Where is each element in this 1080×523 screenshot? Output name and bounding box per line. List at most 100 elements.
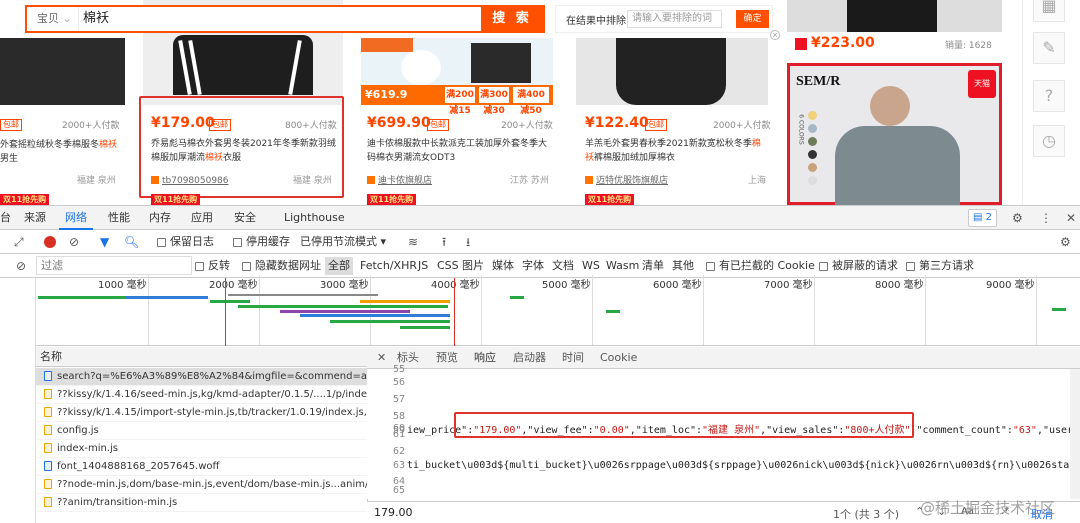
preserve-log-checkbox[interactable]: 保留日志 [157,230,214,254]
request-row[interactable]: ??anim/transition-min.js [36,494,367,512]
clear-icon[interactable]: ⊘ [69,230,79,254]
network-toolbar: ⤢ ⊘ ▼ 🔍︎ 保留日志 停用缓存 已停用节流模式 ▾ ≋ ⭱ ⭳ ⚙ [0,230,1080,254]
product-image[interactable] [0,38,125,105]
tab-response[interactable]: 响应 [467,347,503,371]
third-party-checkbox[interactable]: 第三方请求 [906,254,974,278]
waterfall-bar [38,296,126,299]
js-file-icon [44,389,52,399]
tab-security[interactable]: 安全 [228,206,262,230]
record-icon[interactable] [44,236,56,248]
request-row[interactable]: ??kissy/k/1.4.16/seed-min.js,kg/kmd-adap… [36,386,367,404]
waterfall-bar [300,314,450,317]
product-image[interactable]: SEM/R 天猫 6 COLORS [787,63,1002,205]
blocked-cookies-checkbox[interactable]: 有已拦截的 Cookie [706,254,815,278]
filter-other[interactable]: 其他 [672,254,694,278]
request-row[interactable]: config.js [36,422,367,440]
history-icon[interactable]: ◷ [1033,125,1065,157]
coupon-badge: 满400减50 [513,87,549,116]
timeline-tick: 9000 毫秒 [986,280,1035,291]
timeline-tick: 4000 毫秒 [431,280,480,291]
tab-lighthouse[interactable]: Lighthouse [278,206,351,230]
request-name: font_1404888168_2057645.woff [57,461,220,472]
search-input[interactable]: 棉袄 [83,7,109,31]
gear-icon[interactable]: ⚙ [1060,230,1071,254]
filter-fetch-xhr[interactable]: Fetch/XHR [360,254,417,278]
exclude-input[interactable]: 请输入要排除的词 [627,10,722,28]
promo-badge: 双11抢先购 [367,194,417,205]
request-row[interactable]: index-min.js [36,440,367,458]
search-icon[interactable]: 🔍︎ [124,230,139,254]
sold-count: 销量: 1628 [945,41,992,51]
doc-file-icon [44,371,52,381]
product-image[interactable] [787,0,1002,32]
upload-icon[interactable]: ⭱ [442,230,446,254]
filter-media[interactable]: 媒体 [492,254,514,278]
tab-sources[interactable]: 来源 [18,206,52,230]
right-toolbar: ▦ ✎ ? ◷ [1022,0,1080,205]
location: 江苏 苏州 [510,176,549,186]
product-title: 羊羔毛外套男春秋季2021新款宽松秋冬季棉袄裤棉服加绒加厚棉衣 [585,139,761,163]
waterfall-bar [210,300,250,303]
help-icon[interactable]: ? [1033,80,1065,112]
tab-timing[interactable]: 时间 [555,347,591,369]
request-row[interactable]: ??node-min.js,dom/base-min.js,event/dom/… [36,476,367,494]
search-category-select[interactable]: 宝贝 ⌄ [27,7,79,31]
chevron-down-icon: ⌄ [62,12,72,25]
shop-link[interactable]: 迈特优服饰旗舰店 [585,173,668,186]
hide-data-urls-checkbox[interactable]: 隐藏数据网址 [242,254,321,278]
invert-checkbox[interactable]: 反转 [195,254,230,278]
tab-initiator[interactable]: 启动器 [506,347,553,369]
gear-icon[interactable]: ⚙ [1012,206,1023,230]
filter-icon[interactable]: ▼ [100,230,109,254]
filter-font[interactable]: 字体 [522,254,544,278]
tab-memory[interactable]: 内存 [143,206,177,230]
tab-performance[interactable]: 性能 [102,206,136,230]
filter-js[interactable]: JS [418,254,428,278]
message-icon: ▤ [973,212,983,223]
search-button[interactable]: 搜 索 [481,7,543,31]
filter-doc[interactable]: 文档 [552,254,574,278]
shop-link[interactable]: 迪卡侬旗舰店 [367,173,432,186]
wifi-icon[interactable]: ≋ [408,230,418,254]
sold-count: 200+人付款 [501,121,553,131]
close-icon[interactable]: × [770,30,780,40]
close-icon[interactable]: ✕ [1066,206,1076,230]
download-icon[interactable]: ⭳ [466,230,470,254]
more-icon[interactable]: ⋮ [1040,206,1052,230]
js-file-icon [44,497,52,507]
filter-wasm[interactable]: Wasm [606,254,639,278]
filter-ws[interactable]: WS [582,254,600,278]
product-image[interactable]: ¥619.9 满200减15 满300减30 满400减50 [361,38,553,116]
coupon-badge: 满300减30 [479,87,509,116]
search-bar: 宝贝 ⌄ 棉袄 搜 索 [25,5,545,33]
product-image[interactable] [576,38,768,105]
filter-all[interactable]: 全部 [325,257,353,275]
tab-application[interactable]: 应用 [185,206,219,230]
issues-badge[interactable]: ▤ 2 [968,209,998,227]
scrollbar[interactable] [1070,369,1080,499]
tab-console[interactable]: 台 [0,206,17,230]
filter-manifest[interactable]: 清单 [642,254,664,278]
price: ¥223.00 [811,35,875,51]
waterfall-bar [228,294,378,296]
throttle-select[interactable]: 已停用节流模式 ▾ [300,230,386,254]
request-row[interactable]: search?q=%E6%A3%89%E8%A2%84&imgfile=&com… [36,368,367,386]
filter-css[interactable]: CSS [437,254,459,278]
dock-icon[interactable]: ⤢ [14,230,24,254]
tab-preview[interactable]: 预览 [429,347,465,369]
disable-cache-checkbox[interactable]: 停用缓存 [233,230,290,254]
exclude-confirm-button[interactable]: 确定 [736,10,769,28]
tab-cookies[interactable]: Cookie [593,347,644,369]
shop-icon [585,176,593,184]
request-row[interactable]: font_1404888168_2057645.woff [36,458,367,476]
grid-icon[interactable]: ▦ [1033,0,1065,22]
filter-input[interactable]: 过滤 [36,256,192,275]
request-row[interactable]: ??kissy/k/1.4.15/import-style-min.js,tb/… [36,404,367,422]
tab-network[interactable]: 网络 [59,206,93,230]
clear-icon[interactable]: ⊘ [16,254,26,278]
name-column-header[interactable]: 名称 [36,347,367,367]
blocked-requests-checkbox[interactable]: 被屏蔽的请求 [819,254,898,278]
timeline-tick: 1000 毫秒 [98,280,147,291]
find-input[interactable]: 179.00 [374,506,413,519]
edit-icon[interactable]: ✎ [1033,32,1065,64]
